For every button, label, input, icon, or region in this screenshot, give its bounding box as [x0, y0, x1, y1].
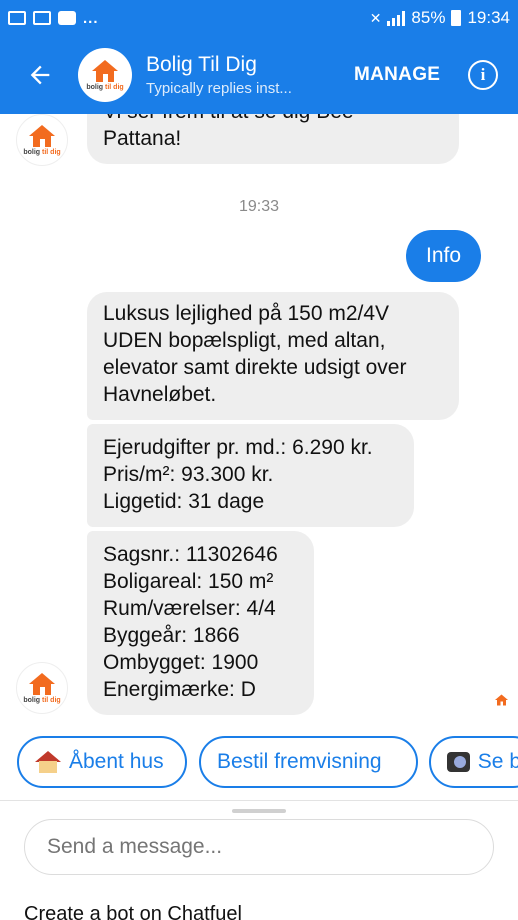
message-line: Ejerudgifter pr. md.: 6.290 kr. [103, 436, 373, 459]
quick-reply-label: Se b [477, 750, 518, 773]
status-bar: ... ✕ 85% 19:34 [0, 0, 518, 36]
message-line: Liggetid: 31 dage [103, 490, 265, 513]
message-notification-icon [58, 11, 76, 25]
quick-reply-book-viewing[interactable]: Bestil fremvisning [199, 736, 418, 788]
message-line: Byggeår: 1866 [103, 624, 240, 647]
page-name: Bolig Til Dig [146, 53, 257, 76]
clock: 19:34 [467, 8, 510, 27]
drag-handle[interactable] [232, 809, 286, 813]
outgoing-message: Info [406, 230, 481, 282]
header-title-block[interactable]: Bolig Til Dig Typically replies inst... [146, 53, 292, 97]
quick-reply-label: Åbent hus [69, 750, 164, 773]
message-line: Pattana! [103, 127, 182, 150]
gallery-notification-icon [8, 11, 26, 25]
message-bubble: Luksus lejlighed på 150 m2/4V UDEN bopæl… [87, 292, 459, 420]
response-time: Typically replies inst... [146, 80, 292, 97]
quick-reply-open-house[interactable]: Åbent hus [17, 736, 187, 788]
back-button[interactable] [0, 36, 80, 114]
message-line: Pris/m²: 93.300 kr. [103, 463, 274, 486]
message-input[interactable] [24, 819, 494, 875]
message-list[interactable]: Vi ser frem til at se dig Bee Pattana! b… [0, 114, 518, 722]
mail-notification-icon [33, 11, 51, 25]
battery-percent: 85% [411, 8, 446, 27]
manage-button[interactable]: MANAGE [354, 64, 440, 86]
signal-icon [387, 10, 406, 26]
battery-icon [451, 10, 462, 26]
seen-indicator-avatar [490, 690, 510, 710]
house-logo-icon [29, 124, 55, 147]
house-emoji-icon [35, 751, 61, 773]
house-logo-icon [495, 694, 508, 706]
page-avatar[interactable]: bolig til dig [78, 48, 132, 102]
message-line: Sagsnr.: 11302646 [103, 543, 278, 566]
message-bubble: Vi ser frem til at se dig Bee Pattana! [87, 114, 459, 164]
bot-avatar: bolig til dig [16, 114, 68, 166]
message-bubble: Sagsnr.: 11302646 Boligareal: 150 m² Rum… [87, 531, 314, 715]
message-line: Rum/værelser: 4/4 [103, 597, 276, 620]
quick-reply-see-more[interactable]: Se b [429, 736, 518, 788]
camera-emoji-icon [447, 752, 470, 772]
house-logo-icon [92, 59, 118, 82]
quick-replies: Åbent hus Bestil fremvisning Se b [0, 722, 518, 802]
message-bubble: Ejerudgifter pr. md.: 6.290 kr. Pris/m²:… [87, 424, 414, 527]
logo-text: bolig til dig [86, 83, 124, 91]
message-line: Energimærke: D [103, 678, 256, 701]
mute-icon: ✕ [369, 9, 382, 26]
info-icon[interactable]: i [468, 60, 498, 90]
message-line: Luksus lejlighed på 150 m2/4V [103, 302, 390, 325]
message-line: Vi ser frem til at se dig Bee [103, 114, 443, 125]
conversation-header: bolig til dig Bolig Til Dig Typically re… [0, 36, 518, 114]
message-line: Ombygget: 1900 [103, 651, 259, 674]
message-line: UDEN bopælspligt, med altan, [103, 329, 386, 352]
composer: Create a bot on Chatfuel [0, 800, 518, 920]
bot-avatar: bolig til dig [16, 662, 68, 714]
house-logo-icon [29, 672, 55, 695]
message-line: Boligareal: 150 m² [103, 570, 274, 593]
message-timestamp: 19:33 [238, 198, 280, 215]
message-line: elevator samt direkte udsigt over [103, 356, 407, 379]
chatfuel-link[interactable]: Create a bot on Chatfuel [24, 903, 242, 920]
more-notifications: ... [83, 9, 99, 27]
quick-reply-label: Bestil fremvisning [217, 750, 382, 773]
back-arrow-icon [30, 65, 50, 85]
message-line: Havneløbet. [103, 383, 217, 406]
